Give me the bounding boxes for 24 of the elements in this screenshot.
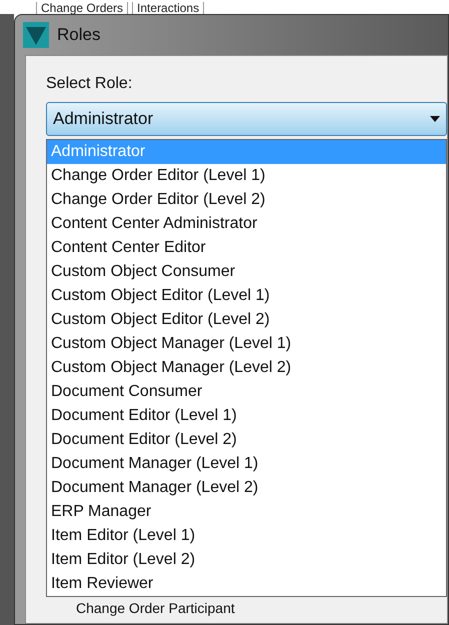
role-option[interactable]: Custom Object Consumer	[47, 260, 446, 284]
select-role-label: Select Role:	[46, 74, 134, 94]
role-option[interactable]: Document Editor (Level 1)	[47, 404, 446, 428]
role-option[interactable]: Custom Object Manager (Level 1)	[47, 332, 446, 356]
dropdown-arrow-icon	[430, 116, 440, 122]
role-option[interactable]: Document Consumer	[47, 380, 446, 404]
role-option[interactable]: Document Manager (Level 1)	[47, 452, 446, 476]
role-option[interactable]: Document Editor (Level 2)	[47, 428, 446, 452]
window-title: Roles	[57, 24, 100, 46]
role-option[interactable]: Custom Object Manager (Level 2)	[47, 356, 446, 380]
role-option[interactable]: Content Center Administrator	[47, 212, 446, 236]
list-item: Change Order Participant	[76, 600, 235, 616]
role-option[interactable]: Item Editor (Level 2)	[47, 548, 446, 572]
role-option[interactable]: Custom Object Editor (Level 2)	[47, 308, 446, 332]
role-option[interactable]: Change Order Editor (Level 1)	[47, 164, 446, 188]
role-dropdown[interactable]: Administrator	[46, 102, 447, 136]
role-option[interactable]: Document Manager (Level 2)	[47, 476, 446, 500]
app-logo-icon	[23, 22, 49, 48]
role-option[interactable]: Content Center Editor	[47, 236, 446, 260]
role-option[interactable]: Item Editor (Level 1)	[47, 524, 446, 548]
role-option[interactable]: Change Order Editor (Level 2)	[47, 188, 446, 212]
role-option[interactable]: Custom Object Editor (Level 1)	[47, 284, 446, 308]
role-option[interactable]: Item Reviewer	[47, 572, 446, 596]
role-option[interactable]: ERP Manager	[47, 500, 446, 524]
